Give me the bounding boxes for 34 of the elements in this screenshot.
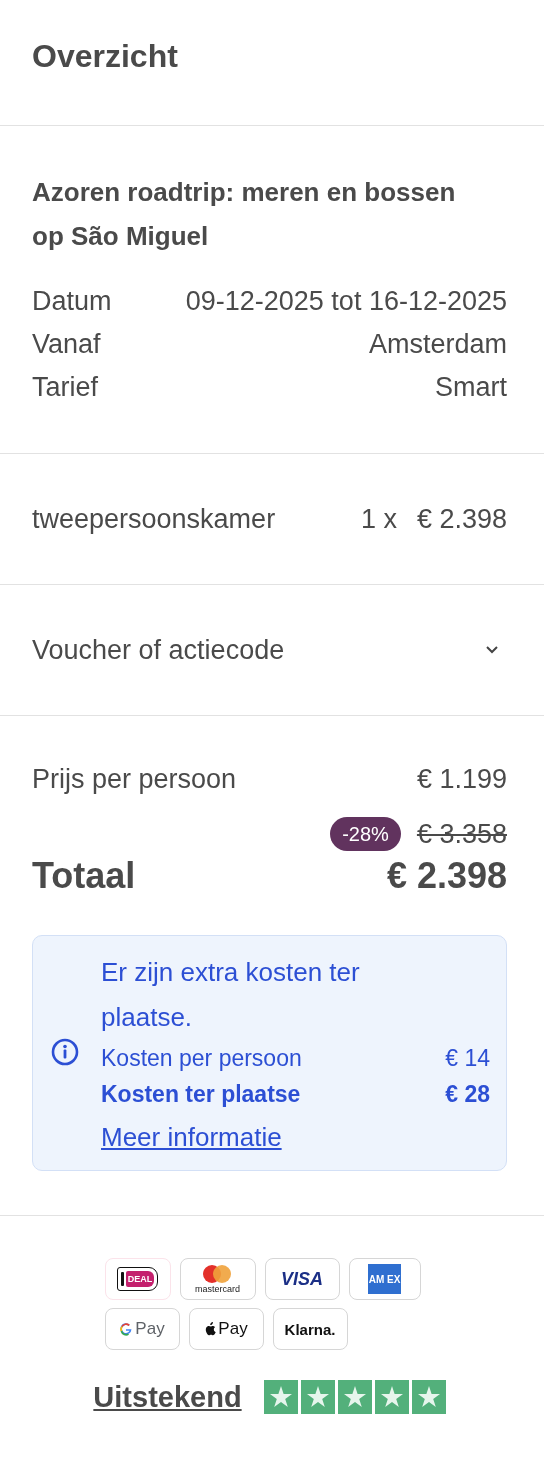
rating-link[interactable]: Uitstekend: [93, 1380, 242, 1414]
room-type: tweepersoonskamer: [32, 502, 277, 536]
cost-label: Kosten ter plaatse: [101, 1080, 301, 1109]
detail-label: Tarief: [32, 371, 99, 404]
info-message: Er zijn extra kosten ter plaatse.: [101, 956, 361, 1034]
chevron-icon: [485, 645, 499, 655]
total-label: Totaal: [32, 854, 136, 898]
visa-logo: VISA: [264, 1258, 340, 1300]
voucher-toggle[interactable]: Voucher of actiecode: [32, 628, 507, 672]
info-icon: [51, 1038, 79, 1066]
section-title: Overzicht: [32, 38, 178, 76]
room-quantity: 1 x: [360, 502, 397, 536]
price-value: € 1.199: [416, 763, 507, 796]
more-info-link[interactable]: Meer informatie: [101, 1120, 282, 1154]
cost-label: Kosten per persoon: [101, 1044, 302, 1073]
cost-value: € 28: [445, 1080, 490, 1109]
trip-title: Azoren roadtrip: meren en bossen op São Miguel: [32, 176, 457, 253]
detail-value: Amsterdam: [368, 328, 507, 361]
cost-value: € 14: [445, 1044, 490, 1073]
discount-badge: -28%: [330, 817, 401, 851]
detail-value: 09-12-2025 tot 16-12-2025: [185, 285, 507, 318]
detail-value: Smart: [435, 371, 507, 404]
detail-label: Vanaf: [32, 328, 101, 361]
mastercard-logo: mastercard: [179, 1258, 256, 1300]
detail-label: Datum: [32, 285, 112, 318]
google-pay-logo: Pay: [104, 1308, 180, 1350]
price-label: Prijs per persoon: [32, 763, 237, 796]
ideal-logo: DEAL: [104, 1258, 171, 1300]
room-price: € 2.398: [416, 502, 507, 536]
amex-logo: AM EX: [348, 1258, 421, 1300]
total-price: € 2.398: [386, 854, 507, 898]
klarna-logo: Klarna.: [272, 1308, 348, 1350]
old-price: € 3.358: [416, 818, 507, 851]
apple-pay-logo: Pay: [188, 1308, 264, 1350]
